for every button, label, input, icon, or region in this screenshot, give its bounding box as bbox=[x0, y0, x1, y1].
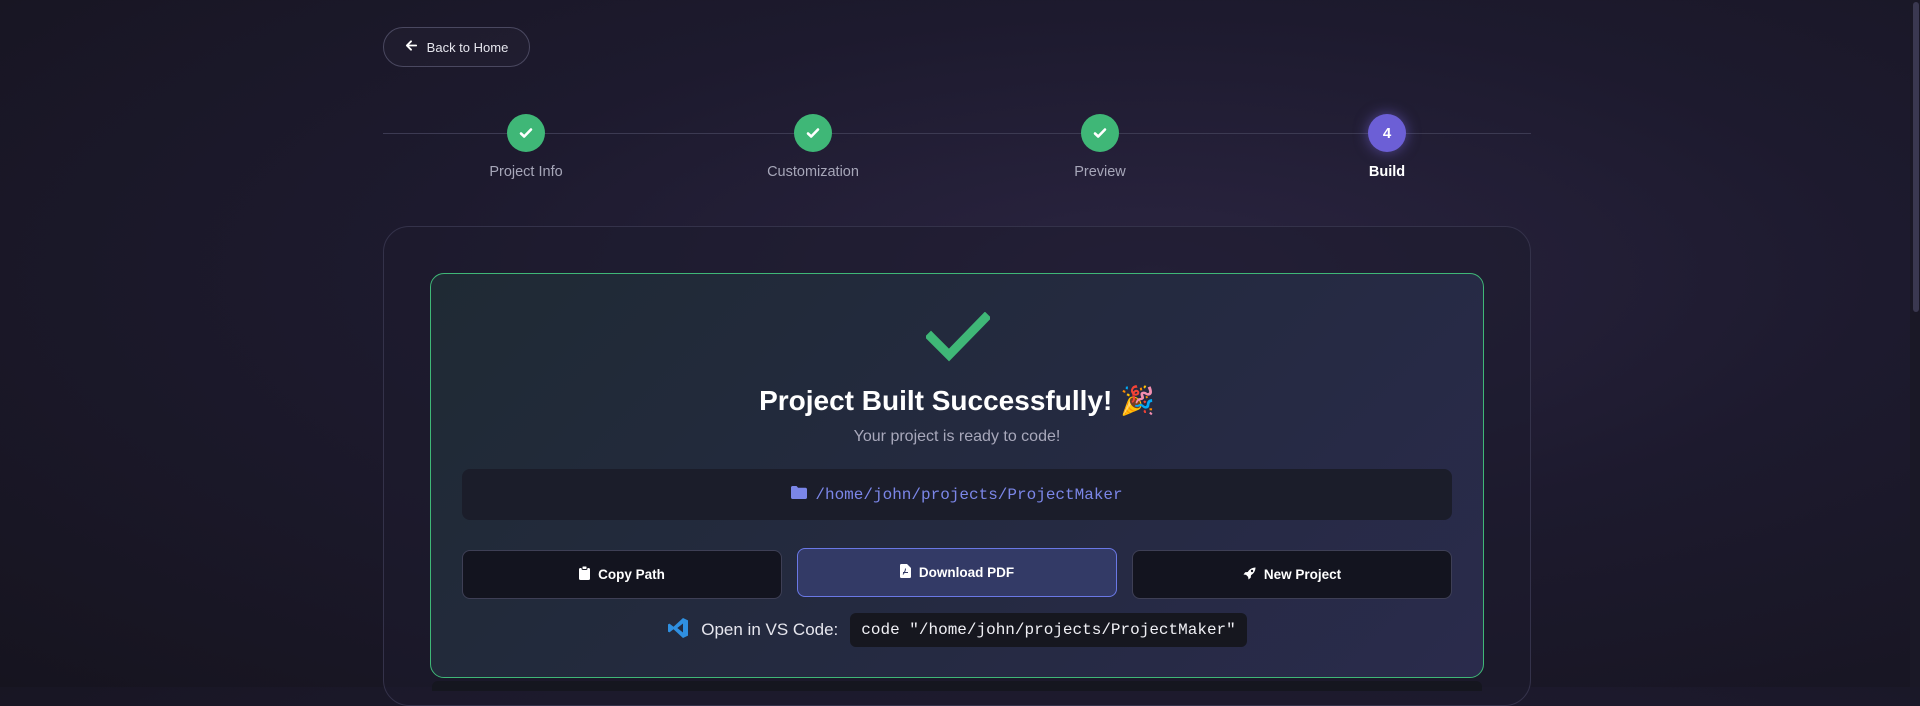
new-project-label: New Project bbox=[1263, 567, 1342, 582]
success-check-icon bbox=[926, 312, 990, 362]
download-pdf-button[interactable]: Download PDF bbox=[797, 548, 1117, 597]
arrow-left-icon bbox=[405, 39, 418, 55]
new-project-button[interactable]: New Project bbox=[1132, 550, 1452, 599]
step-customization: Customization bbox=[733, 114, 893, 180]
success-title: Project Built Successfully! 🎉 bbox=[759, 385, 1155, 416]
vscode-label: Open in VS Code: bbox=[701, 620, 839, 639]
copy-path-label: Copy Path bbox=[598, 567, 665, 582]
rocket-icon bbox=[1243, 567, 1256, 583]
step-project-info: Project Info bbox=[446, 114, 606, 180]
vscode-icon bbox=[667, 617, 689, 644]
back-to-home-label: Back to Home bbox=[426, 39, 509, 55]
step-complete-check-icon bbox=[507, 114, 545, 152]
folder-icon bbox=[791, 485, 808, 504]
progress-stepper: Project Info Customization Preview 4 Bui… bbox=[383, 112, 1531, 187]
file-pdf-icon bbox=[899, 564, 911, 581]
back-to-home-button[interactable]: Back to Home bbox=[383, 27, 530, 67]
step-label: Build bbox=[1368, 164, 1406, 180]
project-path: /home/john/projects/ProjectMaker bbox=[815, 485, 1123, 504]
step-complete-check-icon bbox=[1081, 114, 1119, 152]
project-path-box: /home/john/projects/ProjectMaker bbox=[462, 469, 1452, 520]
step-number-badge: 4 bbox=[1368, 114, 1406, 152]
vscode-command[interactable]: code "/home/john/projects/ProjectMaker" bbox=[850, 613, 1247, 647]
next-section-edge bbox=[432, 681, 1482, 691]
step-label: Customization bbox=[767, 164, 859, 180]
clipboard-icon bbox=[579, 565, 591, 583]
copy-path-button[interactable]: Copy Path bbox=[462, 550, 782, 599]
success-subtitle: Your project is ready to code! bbox=[853, 428, 1061, 445]
vscode-row: Open in VS Code: code "/home/john/projec… bbox=[431, 612, 1483, 648]
step-complete-check-icon bbox=[794, 114, 832, 152]
scrollbar-thumb[interactable] bbox=[1913, 2, 1919, 312]
step-build: 4 Build bbox=[1307, 114, 1467, 180]
step-preview: Preview bbox=[1020, 114, 1180, 180]
step-label: Preview bbox=[1074, 164, 1126, 180]
success-panel: Project Built Successfully! 🎉 Your proje… bbox=[430, 273, 1484, 678]
page-scrollbar[interactable] bbox=[1910, 0, 1920, 687]
step-label: Project Info bbox=[489, 164, 563, 180]
download-pdf-label: Download PDF bbox=[918, 565, 1015, 580]
